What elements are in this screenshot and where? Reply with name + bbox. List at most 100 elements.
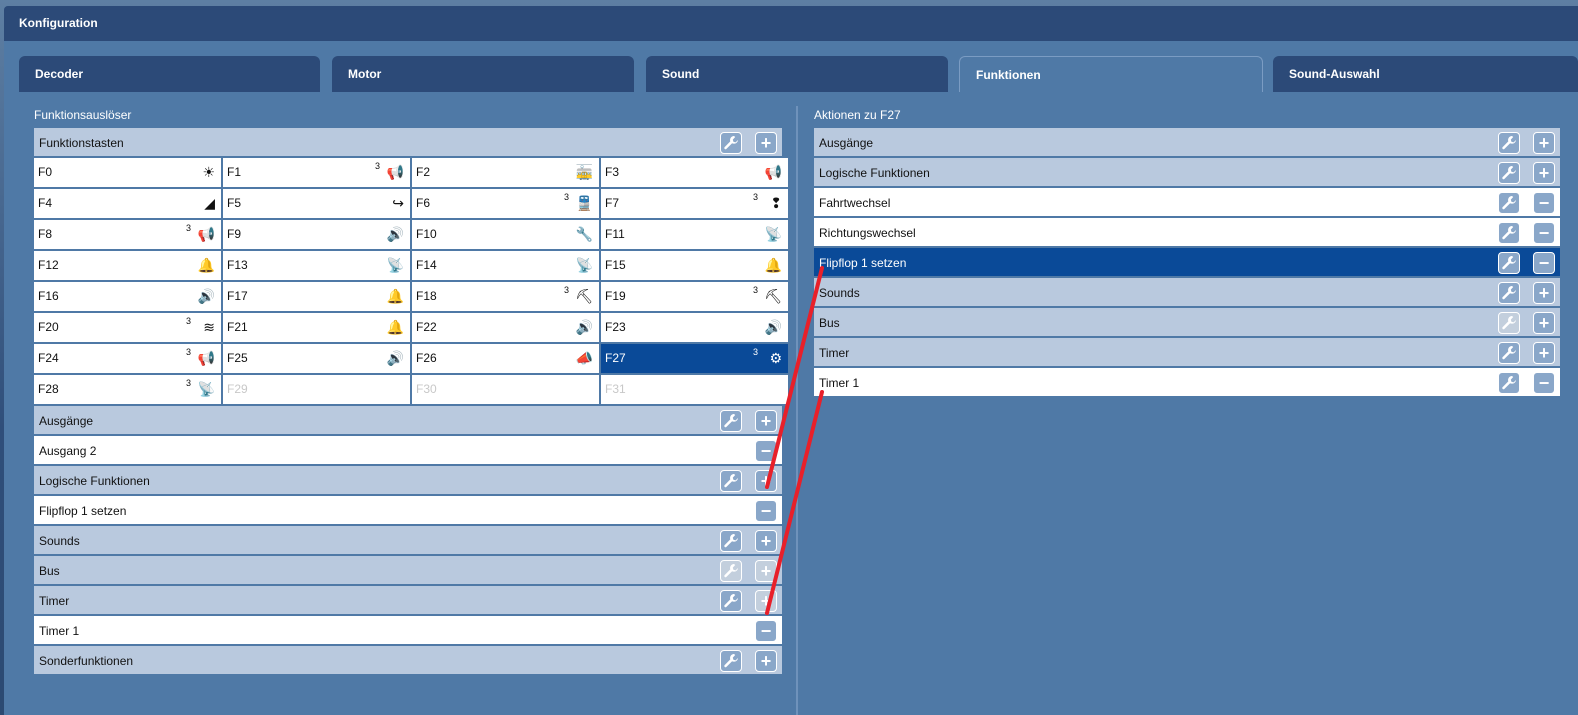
wrench-button[interactable]: [720, 650, 742, 672]
add-button[interactable]: +: [755, 560, 777, 582]
tab-sound[interactable]: Sound: [646, 56, 948, 92]
add-button[interactable]: +: [1533, 312, 1555, 334]
function-key-f15[interactable]: F15 🔔: [601, 251, 788, 280]
section-sounds[interactable]: Sounds +: [814, 278, 1560, 308]
tab-sound-auswahl[interactable]: Sound-Auswahl: [1273, 56, 1578, 92]
function-key-f5[interactable]: F5 ↪: [223, 189, 410, 218]
function-key-f29[interactable]: F29: [223, 375, 410, 404]
function-key-f6[interactable]: F6 🚆 3: [412, 189, 599, 218]
tab-decoder[interactable]: Decoder: [19, 56, 320, 92]
function-symbol-icon: 🚆: [575, 195, 593, 211]
function-key-f19[interactable]: F19 ⛏ 3: [601, 282, 788, 311]
wrench-button[interactable]: [1498, 252, 1520, 274]
section-logische-funktionen[interactable]: Logische Funktionen +: [814, 158, 1560, 188]
superscript-marker: 3: [752, 285, 758, 295]
section-funktionstasten[interactable]: Funktionstasten +: [34, 128, 782, 158]
section-sounds[interactable]: Sounds +: [34, 526, 782, 556]
tab-motor[interactable]: Motor: [332, 56, 634, 92]
function-key-f22[interactable]: F22 🔊: [412, 313, 599, 342]
add-button[interactable]: +: [1533, 132, 1555, 154]
list-item[interactable]: Ausgang 2 −: [34, 436, 782, 466]
section-timer[interactable]: Timer +: [34, 586, 782, 616]
function-key-f20[interactable]: F20 ≋ 3: [34, 313, 221, 342]
section-bus[interactable]: Bus +: [814, 308, 1560, 338]
add-button[interactable]: +: [755, 650, 777, 672]
add-button[interactable]: +: [755, 530, 777, 552]
function-key-f28[interactable]: F28 📡 3: [34, 375, 221, 404]
function-key-f10[interactable]: F10 🔧: [412, 220, 599, 249]
function-key-f25[interactable]: F25 🔊: [223, 344, 410, 373]
wrench-button[interactable]: [1498, 312, 1520, 334]
function-key-f8[interactable]: F8 📢 3: [34, 220, 221, 249]
section-ausgaenge[interactable]: Ausgänge +: [34, 406, 782, 436]
wrench-button[interactable]: [1498, 342, 1520, 364]
wrench-button[interactable]: [1498, 222, 1520, 244]
function-key-f17[interactable]: F17 🔔: [223, 282, 410, 311]
add-button[interactable]: +: [1533, 342, 1555, 364]
list-item[interactable]: Timer 1 −: [814, 368, 1560, 398]
function-key-f31[interactable]: F31: [601, 375, 788, 404]
function-key-f27[interactable]: F27 ⚙ 3: [601, 344, 788, 373]
wrench-button[interactable]: [1498, 282, 1520, 304]
add-button[interactable]: +: [755, 590, 777, 612]
wrench-button[interactable]: [1498, 372, 1520, 394]
wrench-icon: [724, 474, 738, 488]
remove-button[interactable]: −: [755, 500, 777, 522]
remove-button[interactable]: −: [1533, 372, 1555, 394]
remove-button[interactable]: −: [1533, 252, 1555, 274]
add-button[interactable]: +: [755, 410, 777, 432]
section-ausgaenge[interactable]: Ausgänge +: [814, 128, 1560, 158]
wrench-button[interactable]: [1498, 192, 1520, 214]
function-key-f21[interactable]: F21 🔔: [223, 313, 410, 342]
function-key-f14[interactable]: F14 📡: [412, 251, 599, 280]
remove-button[interactable]: −: [755, 440, 777, 462]
function-key-f0[interactable]: F0 ☀: [34, 158, 221, 187]
function-key-f18[interactable]: F18 ⛏ 3: [412, 282, 599, 311]
function-key-f9[interactable]: F9 🔊: [223, 220, 410, 249]
left-panel-title: Funktionsauslöser: [34, 108, 132, 122]
section-logische-funktionen[interactable]: Logische Funktionen +: [34, 466, 782, 496]
remove-button[interactable]: −: [1533, 192, 1555, 214]
list-item[interactable]: Timer 1 −: [34, 616, 782, 646]
add-button[interactable]: +: [755, 470, 777, 492]
function-symbol-icon: 🔊: [575, 319, 593, 335]
function-key-f30[interactable]: F30: [412, 375, 599, 404]
add-button[interactable]: +: [1533, 282, 1555, 304]
function-key-f3[interactable]: F3 📢: [601, 158, 788, 187]
section-label: Timer: [819, 346, 850, 360]
function-key-f2[interactable]: F2 🚋: [412, 158, 599, 187]
tab-funktionen[interactable]: Funktionen: [959, 56, 1263, 92]
wrench-button[interactable]: [720, 560, 742, 582]
function-key-f16[interactable]: F16 🔊: [34, 282, 221, 311]
wrench-button[interactable]: [720, 410, 742, 432]
wrench-button[interactable]: [720, 470, 742, 492]
wrench-button[interactable]: [1498, 132, 1520, 154]
function-key-f1[interactable]: F1 📢 3: [223, 158, 410, 187]
wrench-button[interactable]: [720, 530, 742, 552]
list-item-selected[interactable]: Flipflop 1 setzen −: [814, 248, 1560, 278]
wrench-icon: [1502, 136, 1516, 150]
function-key-f12[interactable]: F12 🔔: [34, 251, 221, 280]
function-key-f24[interactable]: F24 📢 3: [34, 344, 221, 373]
add-button[interactable]: +: [755, 132, 777, 154]
function-key-f23[interactable]: F23 🔊: [601, 313, 788, 342]
remove-button[interactable]: −: [1533, 222, 1555, 244]
add-button[interactable]: +: [1533, 162, 1555, 184]
wrench-button[interactable]: [720, 132, 742, 154]
wrench-icon: [724, 654, 738, 668]
section-bus[interactable]: Bus +: [34, 556, 782, 586]
list-item[interactable]: Fahrtwechsel −: [814, 188, 1560, 218]
section-timer[interactable]: Timer +: [814, 338, 1560, 368]
function-key-f13[interactable]: F13 📡: [223, 251, 410, 280]
function-key-f7[interactable]: F7 ❢ 3: [601, 189, 788, 218]
remove-button[interactable]: −: [755, 620, 777, 642]
wrench-button[interactable]: [1498, 162, 1520, 184]
section-label: Sounds: [819, 286, 860, 300]
list-item[interactable]: Richtungswechsel −: [814, 218, 1560, 248]
function-key-f11[interactable]: F11 📡: [601, 220, 788, 249]
function-key-f26[interactable]: F26 📣: [412, 344, 599, 373]
function-key-f4[interactable]: F4 ◢: [34, 189, 221, 218]
section-sonderfunktionen[interactable]: Sonderfunktionen +: [34, 646, 782, 676]
wrench-button[interactable]: [720, 590, 742, 612]
list-item[interactable]: Flipflop 1 setzen −: [34, 496, 782, 526]
